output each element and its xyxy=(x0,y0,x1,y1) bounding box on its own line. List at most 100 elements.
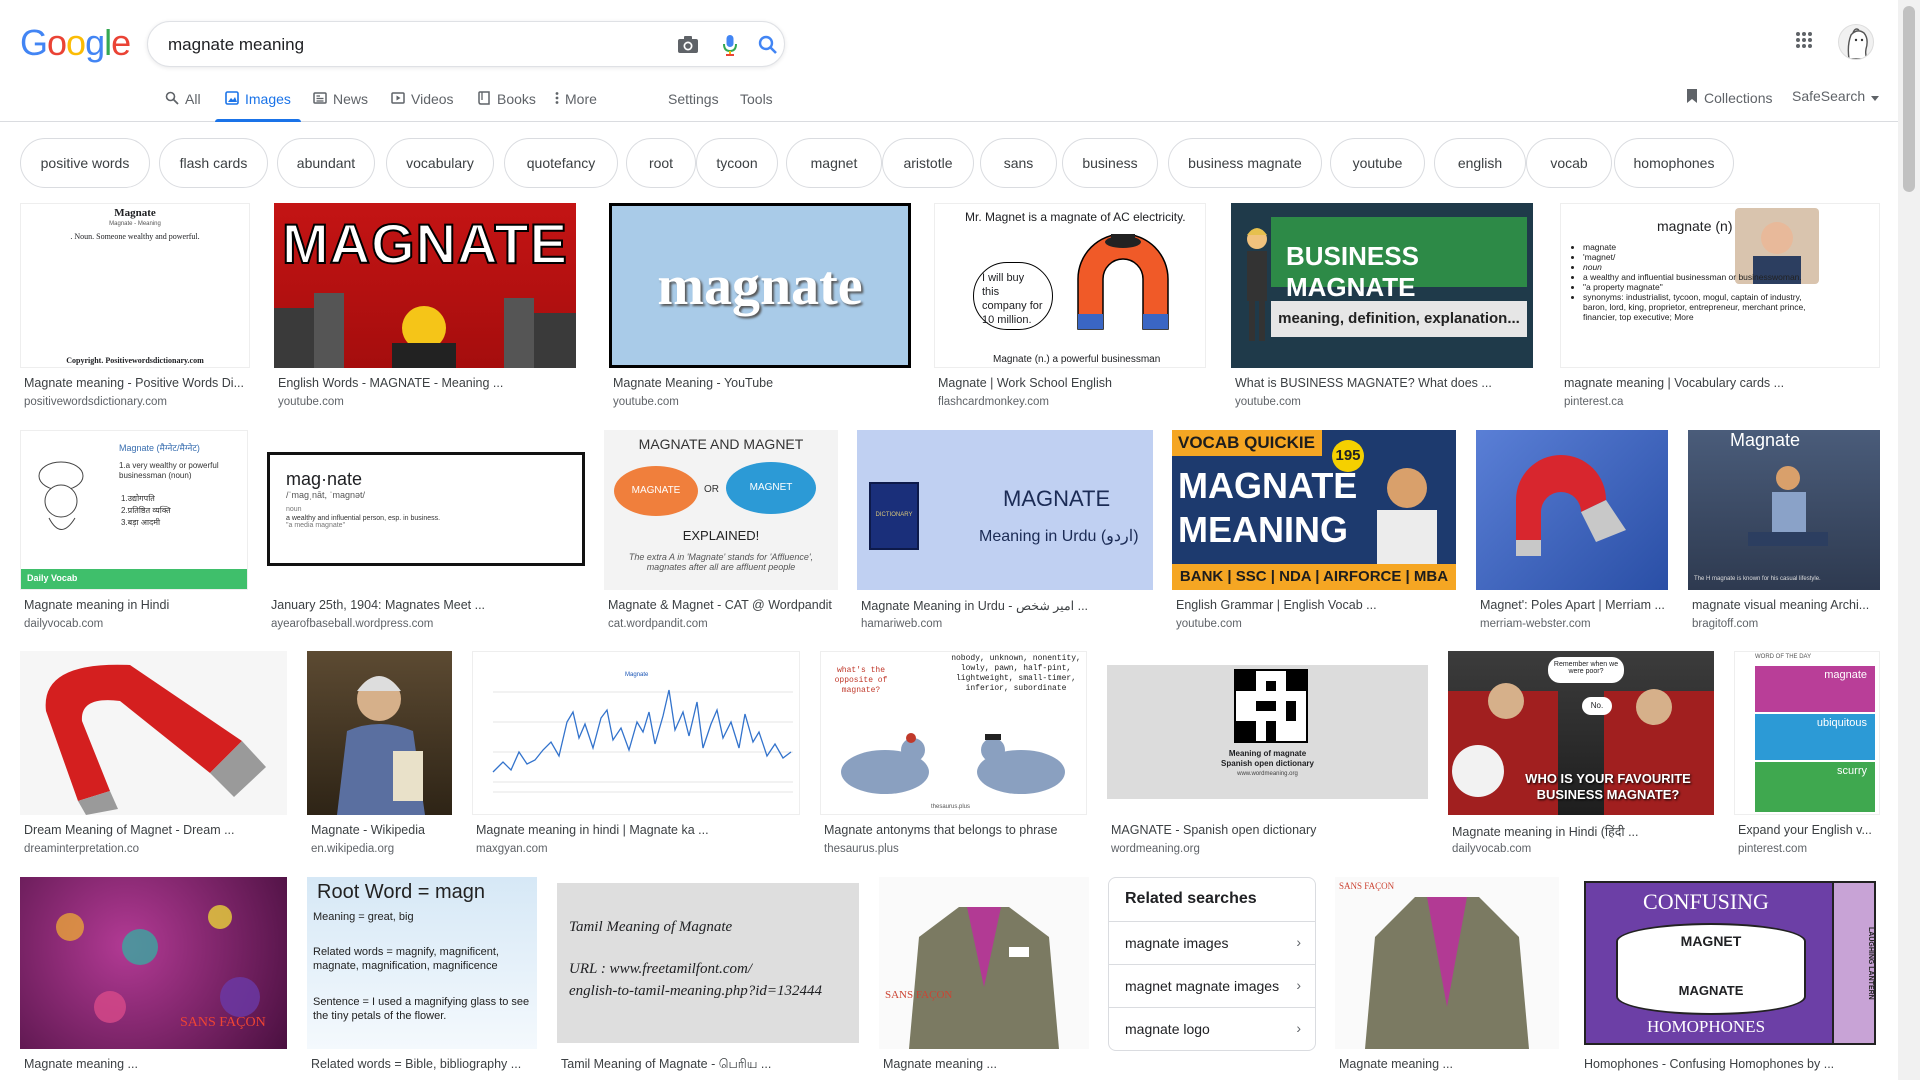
scrollbar-thumb[interactable] xyxy=(1903,6,1915,192)
chip[interactable]: youtube xyxy=(1330,138,1425,188)
result-thumbnail[interactable]: MAGNATE xyxy=(274,203,576,368)
result-thumbnail[interactable]: Mr. Magnet is a magnate of AC electricit… xyxy=(934,203,1206,368)
businesswoman-figure xyxy=(1247,228,1267,341)
result-title[interactable]: English Grammar | English Vocab ... xyxy=(1176,598,1456,612)
search-icon[interactable] xyxy=(756,33,780,57)
apps-grid-icon[interactable] xyxy=(1795,31,1819,55)
result-thumbnail[interactable]: DICTIONARY MAGNATE Meaning in Urdu (اردو… xyxy=(857,430,1153,590)
result-title[interactable]: English Words - MAGNATE - Meaning ... xyxy=(278,376,576,390)
related-search-item[interactable]: magnet magnate images › xyxy=(1109,964,1315,1007)
search-input[interactable] xyxy=(166,32,626,58)
chip[interactable]: aristotle xyxy=(882,138,974,188)
result-thumbnail[interactable]: Remember when we were poor? No. WHO IS Y… xyxy=(1448,651,1714,815)
result-title[interactable]: Magnate meaning ... xyxy=(1339,1057,1559,1071)
magnet-character xyxy=(1077,234,1169,330)
google-logo[interactable]: Google xyxy=(20,22,131,64)
result-thumbnail[interactable]: Meaning of magnate Spanish open dictiona… xyxy=(1107,651,1428,815)
result-thumbnail[interactable]: WORD OF THE DAY magnate ubiquitous scurr… xyxy=(1734,651,1880,815)
tab-images[interactable]: Images xyxy=(215,88,301,122)
result-title[interactable]: magnate visual meaning Archi... xyxy=(1692,598,1880,612)
settings-link[interactable]: Settings xyxy=(668,91,719,107)
result-title[interactable]: Dream Meaning of Magnet - Dream ... xyxy=(24,823,287,837)
tab-more[interactable]: More xyxy=(555,88,597,122)
result-thumbnail[interactable]: CONFUSING MAGNET MAGNATE HOMOPHONES LAUG… xyxy=(1580,877,1880,1049)
result-thumbnail[interactable]: SANS FAÇON xyxy=(879,877,1089,1049)
safesearch-toggle[interactable]: SafeSearch xyxy=(1792,88,1880,104)
result-thumbnail[interactable]: what's the opposite of magnate? nobody, … xyxy=(820,651,1087,815)
chip[interactable]: tycoon xyxy=(696,138,778,188)
result-thumbnail[interactable] xyxy=(20,651,287,815)
collections-link[interactable]: Collections xyxy=(1686,88,1772,107)
result-title[interactable]: Expand your English v... xyxy=(1738,823,1880,837)
thumb-text: . Noun. Someone wealthy and powerful. xyxy=(70,232,200,241)
chip[interactable]: business xyxy=(1062,138,1158,188)
chip[interactable]: english xyxy=(1434,138,1526,188)
result-thumbnail[interactable]: magnate (n) magnate 'magnet/ noun a weal… xyxy=(1560,203,1880,368)
tab-news[interactable]: News xyxy=(313,88,368,122)
result-title[interactable]: Magnate | Work School English xyxy=(938,376,1206,390)
chip[interactable]: sans xyxy=(980,138,1057,188)
result-thumbnail[interactable]: mag·nate /ˈmaɡˌnāt, ˈmaɡnət/ noun a weal… xyxy=(267,430,585,590)
chip[interactable]: vocabulary xyxy=(386,138,494,188)
related-search-item[interactable]: magnate logo › xyxy=(1109,1007,1315,1050)
result-thumbnail[interactable]: magnate xyxy=(609,203,911,368)
result-thumbnail[interactable]: BUSINESS MAGNATE meaning, definition, ex… xyxy=(1231,203,1533,368)
result-title[interactable]: Magnate meaning in hindi | Magnate ka ..… xyxy=(476,823,800,837)
tools-link[interactable]: Tools xyxy=(740,91,773,107)
thumb-text: BANK | SSC | NDA | AIRFORCE | MBA xyxy=(1172,564,1456,590)
chip[interactable]: positive words xyxy=(20,138,150,188)
result-title[interactable]: Magnate meaning ... xyxy=(883,1057,1089,1071)
chip[interactable]: homophones xyxy=(1614,138,1734,188)
chip[interactable]: flash cards xyxy=(159,138,268,188)
result-title[interactable]: Homophones - Confusing Homophones by ... xyxy=(1584,1057,1880,1071)
result-title[interactable]: Magnate meaning - Positive Words Di... xyxy=(24,376,250,390)
result-title[interactable]: Magnate meaning in Hindi (हिंदी ... xyxy=(1452,823,1714,840)
result-source: bragitoff.com xyxy=(1692,618,1759,630)
result-title[interactable]: MAGNATE - Spanish open dictionary xyxy=(1111,823,1428,837)
result-thumbnail[interactable]: VOCAB QUICKIE 195 MAGNATE MEANING BANK |… xyxy=(1172,430,1456,590)
result-title[interactable]: What is BUSINESS MAGNATE? What does ... xyxy=(1235,376,1533,390)
result-thumbnail[interactable]: MAGNATE AND MAGNET MAGNATE OR MAGNET EXP… xyxy=(604,430,838,590)
related-search-item[interactable]: magnate images › xyxy=(1109,921,1315,964)
thumb-text: No. xyxy=(1582,697,1612,715)
chip[interactable]: root xyxy=(626,138,696,188)
result-title[interactable]: Magnate - Wikipedia xyxy=(311,823,452,837)
result-thumbnail[interactable]: Magnate (मैग्नेट/मैग्नेट) 1.a very wealt… xyxy=(20,430,248,590)
result-title[interactable]: Related words = Bible, bibliography ... xyxy=(311,1057,537,1071)
chip[interactable]: magnet xyxy=(786,138,882,188)
result-title[interactable]: Magnate Meaning in Urdu - امیر شخص ... xyxy=(861,598,1153,613)
result-title[interactable]: magnate meaning | Vocabulary cards ... xyxy=(1564,376,1880,390)
result-title[interactable]: Tamil Meaning of Magnate - பெரிய ... xyxy=(561,1057,859,1073)
avatar[interactable] xyxy=(1838,24,1874,60)
video-icon xyxy=(391,91,405,105)
result-thumbnail[interactable]: Magnate The H magnate is known for his c… xyxy=(1688,430,1880,590)
result-thumbnail[interactable] xyxy=(307,651,452,815)
microphone-icon[interactable] xyxy=(718,33,742,57)
tab-all[interactable]: All xyxy=(165,88,201,122)
result-title[interactable]: Magnate antonyms that belongs to phrase xyxy=(824,823,1087,837)
result-title[interactable]: Magnet': Poles Apart | Merriam ... xyxy=(1480,598,1668,612)
thumb-text: MAGNATE xyxy=(614,466,698,516)
thumb-text: Magnate - Meaning xyxy=(109,221,161,227)
result-thumbnail[interactable]: Root Word = magn Meaning = great, big Re… xyxy=(307,877,537,1049)
result-title[interactable]: Magnate meaning in Hindi xyxy=(24,598,248,612)
camera-icon[interactable] xyxy=(676,33,700,57)
tab-books[interactable]: Books xyxy=(477,88,536,122)
result-thumbnail[interactable] xyxy=(1476,430,1668,590)
result-thumbnail[interactable]: SANS FAÇON xyxy=(1335,877,1559,1049)
result-title[interactable]: Magnate Meaning - YouTube xyxy=(613,376,911,390)
result-title[interactable]: Magnate & Magnet - CAT @ Wordpandit xyxy=(608,598,838,612)
vertical-scrollbar[interactable] xyxy=(1898,0,1920,1080)
result-thumbnail[interactable]: SANS FAÇON xyxy=(20,877,287,1049)
chip[interactable]: abundant xyxy=(277,138,375,188)
result-title[interactable]: January 25th, 1904: Magnates Meet ... xyxy=(271,598,585,612)
result-thumbnail[interactable]: Magnate Magnate - Meaning . Noun. Someon… xyxy=(20,203,250,368)
chip[interactable]: quotefancy xyxy=(504,138,618,188)
result-thumbnail[interactable]: Magnate xyxy=(472,651,800,815)
tab-label: Books xyxy=(497,91,536,107)
tab-videos[interactable]: Videos xyxy=(391,88,454,122)
chip[interactable]: business magnate xyxy=(1168,138,1322,188)
result-title[interactable]: Magnate meaning ... xyxy=(24,1057,287,1071)
chip[interactable]: vocab xyxy=(1526,138,1612,188)
result-thumbnail[interactable]: Tamil Meaning of Magnate URL : www.freet… xyxy=(557,877,859,1049)
